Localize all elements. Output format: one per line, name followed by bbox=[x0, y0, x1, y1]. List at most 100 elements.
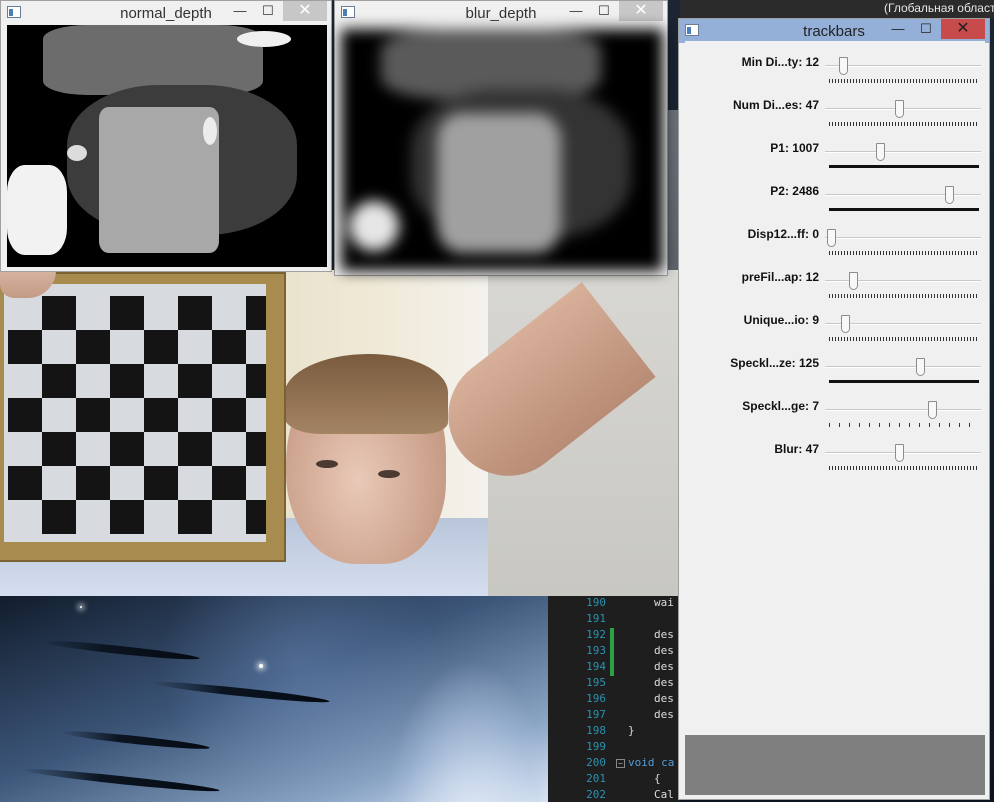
trackbar-thumb[interactable] bbox=[894, 100, 904, 118]
code-line: 195 des bbox=[548, 676, 680, 692]
code-line: 192 des bbox=[548, 628, 680, 644]
trackbar-thumb[interactable] bbox=[894, 444, 904, 462]
trackbar-slider[interactable] bbox=[825, 366, 981, 368]
line-number: 198 bbox=[586, 724, 606, 737]
person-hair bbox=[284, 354, 448, 434]
line-number: 200 bbox=[586, 756, 606, 769]
code-text: des bbox=[654, 692, 674, 705]
window-title: normal_depth bbox=[120, 5, 212, 22]
code-line: 196 des bbox=[548, 692, 680, 708]
trackbar-thumb[interactable] bbox=[838, 57, 848, 75]
trackbar-row: Disp12...ff: 0 bbox=[685, 227, 985, 270]
titlebar[interactable]: blur_depth — ☐ ✕ bbox=[335, 1, 667, 25]
trackbar-ticks bbox=[829, 337, 979, 341]
close-button[interactable]: ✕ bbox=[619, 1, 663, 21]
eye bbox=[378, 470, 400, 478]
trackbar-thumb[interactable] bbox=[927, 401, 937, 419]
code-text: wai bbox=[654, 596, 674, 609]
trackbar-thumb[interactable] bbox=[841, 315, 851, 333]
spaceship-silhouette bbox=[40, 637, 200, 663]
spaceship-silhouette bbox=[59, 728, 211, 752]
trackbar-panel: Min Di...ty: 12 Num Di...es: 47 P1: 1007 P2… bbox=[685, 41, 985, 735]
fold-icon[interactable]: − bbox=[616, 759, 625, 768]
line-number: 199 bbox=[586, 740, 606, 753]
code-text: void ca bbox=[628, 756, 675, 769]
code-text: { bbox=[654, 772, 661, 785]
trackbar-thumb[interactable] bbox=[827, 229, 836, 247]
chessboard-surface bbox=[4, 284, 266, 542]
code-line: 197 des bbox=[548, 708, 680, 724]
line-number: 190 bbox=[586, 596, 606, 609]
code-line: 190 wai bbox=[548, 596, 680, 612]
code-line: 194 des bbox=[548, 660, 680, 676]
depth-region bbox=[437, 113, 561, 253]
maximize-button[interactable]: ☐ bbox=[255, 1, 281, 21]
trackbar-thumb[interactable] bbox=[875, 143, 885, 161]
chessboard-calibration-pattern bbox=[0, 272, 286, 562]
maximize-button[interactable]: ☐ bbox=[591, 1, 617, 21]
trackbar-slider[interactable] bbox=[825, 409, 981, 411]
chessboard-squares bbox=[8, 296, 266, 534]
maximize-button[interactable]: ☐ bbox=[913, 19, 939, 39]
trackbar-ticks bbox=[829, 294, 979, 298]
titlebar[interactable]: normal_depth — ☐ ✕ bbox=[1, 1, 331, 25]
minimize-button[interactable]: — bbox=[563, 1, 589, 21]
code-line: 193 des bbox=[548, 644, 680, 660]
trackbar-row: P1: 1007 bbox=[685, 141, 985, 184]
line-number: 193 bbox=[586, 644, 606, 657]
line-number: 194 bbox=[586, 660, 606, 673]
trackbar-ticks bbox=[829, 208, 979, 211]
change-marker bbox=[610, 644, 614, 660]
empty-window-area bbox=[685, 735, 985, 795]
trackbar-label: preFil...ap: 12 bbox=[741, 270, 819, 284]
trackbar-thumb[interactable] bbox=[848, 272, 858, 290]
code-text: des bbox=[654, 628, 674, 641]
close-button[interactable]: ✕ bbox=[283, 1, 327, 21]
trackbar-row: Blur: 47 bbox=[685, 442, 985, 485]
trackbar-row: Min Di...ty: 12 bbox=[685, 55, 985, 98]
minimize-button[interactable]: — bbox=[885, 19, 911, 39]
trackbar-slider[interactable] bbox=[825, 237, 981, 239]
background-window-titlebar: (Глобальная област bbox=[680, 0, 994, 18]
normal-depth-window[interactable]: normal_depth — ☐ ✕ bbox=[0, 0, 332, 272]
titlebar[interactable]: trackbars — ☐ ✕ bbox=[679, 19, 989, 43]
camera-feed-image bbox=[0, 270, 680, 596]
minimize-button[interactable]: — bbox=[227, 1, 253, 21]
depth-region bbox=[99, 107, 219, 253]
depth-region bbox=[7, 165, 67, 255]
space-wallpaper-image bbox=[0, 596, 548, 802]
depth-region bbox=[237, 31, 291, 47]
trackbar-slider[interactable] bbox=[825, 65, 981, 67]
close-button[interactable]: ✕ bbox=[941, 19, 985, 39]
eye bbox=[316, 460, 338, 468]
trackbar-label: Num Di...es: 47 bbox=[732, 98, 819, 112]
code-text: Cal bbox=[654, 788, 674, 801]
line-number: 191 bbox=[586, 612, 606, 625]
code-text: } bbox=[628, 724, 635, 737]
trackbar-row: preFil...ap: 12 bbox=[685, 270, 985, 313]
trackbar-thumb[interactable] bbox=[945, 186, 955, 204]
trackbar-ticks bbox=[829, 251, 979, 255]
trackbar-label: Speckl...ge: 7 bbox=[742, 399, 819, 413]
trackbars-window[interactable]: trackbars — ☐ ✕ Min Di...ty: 12 Num Di...… bbox=[678, 18, 990, 800]
code-text: des bbox=[654, 660, 674, 673]
change-marker bbox=[610, 660, 614, 676]
code-line: 200 − void ca bbox=[548, 756, 680, 772]
trackbar-row: Num Di...es: 47 bbox=[685, 98, 985, 141]
trackbar-label: Speckl...ze: 125 bbox=[730, 356, 819, 370]
trackbar-slider[interactable] bbox=[825, 151, 981, 153]
trackbar-label: P2: 2486 bbox=[770, 184, 819, 198]
code-text: des bbox=[654, 708, 674, 721]
trackbar-ticks bbox=[829, 466, 979, 470]
blur-depth-window[interactable]: blur_depth — ☐ ✕ bbox=[334, 0, 668, 276]
trackbar-thumb[interactable] bbox=[916, 358, 926, 376]
depth-region bbox=[349, 201, 399, 251]
depth-region bbox=[203, 117, 217, 145]
code-line: 198} bbox=[548, 724, 680, 740]
code-line: 201 { bbox=[548, 772, 680, 788]
star-glow bbox=[259, 664, 263, 668]
code-editor[interactable]: 190 wai 191 192 des 193 des 194 des 195 des 196 des 1… bbox=[548, 596, 680, 802]
trackbar-label: Disp12...ff: 0 bbox=[747, 227, 819, 241]
trackbar-slider[interactable] bbox=[825, 194, 981, 196]
spaceship-silhouette bbox=[20, 765, 220, 795]
